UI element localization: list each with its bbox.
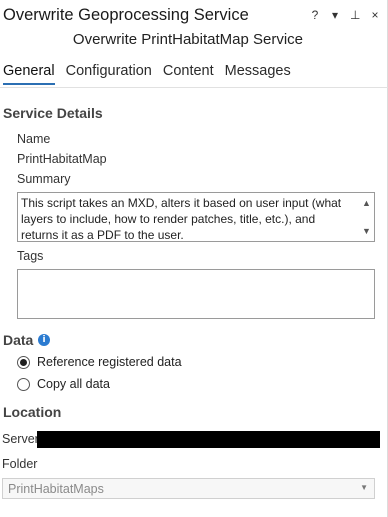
help-icon[interactable]: ? (310, 8, 320, 22)
reference-registered-data-option[interactable]: Reference registered data (17, 355, 182, 369)
options-menu-icon[interactable]: ▾ (330, 8, 340, 22)
tab-bar: General Configuration Content Messages (3, 63, 302, 85)
summary-scrollbar[interactable]: ▲ ▼ (360, 193, 374, 241)
reference-registered-data-label: Reference registered data (37, 355, 182, 369)
pane-title-tools: ? ▾ ⊥ × (310, 8, 380, 22)
tab-messages[interactable]: Messages (225, 63, 291, 85)
summary-label: Summary (17, 172, 71, 186)
pane-subtitle: Overwrite PrintHabitatMap Service (72, 31, 303, 48)
folder-dropdown-value: PrintHabitatMaps (8, 482, 104, 496)
copy-all-data-option[interactable]: Copy all data (17, 377, 110, 391)
info-icon[interactable]: i (38, 334, 50, 346)
pin-icon[interactable]: ⊥ (350, 8, 360, 22)
name-value: PrintHabitatMap (17, 152, 107, 166)
tab-configuration[interactable]: Configuration (66, 63, 152, 85)
radio-unchecked-icon[interactable] (17, 377, 30, 391)
close-icon[interactable]: × (370, 8, 380, 22)
summary-textarea[interactable]: This script takes an MXD, alters it base… (17, 192, 375, 242)
tab-content[interactable]: Content (163, 63, 214, 85)
data-heading: Data (3, 332, 34, 348)
tab-divider (0, 87, 388, 88)
summary-text: This script takes an MXD, alters it base… (21, 196, 342, 242)
folder-dropdown[interactable]: PrintHabitatMaps ▼ (2, 478, 375, 499)
copy-all-data-label: Copy all data (37, 377, 110, 391)
tags-textarea[interactable] (17, 269, 375, 319)
scroll-down-icon[interactable]: ▼ (362, 223, 371, 239)
radio-checked-icon[interactable] (17, 355, 30, 369)
pane-title: Overwrite Geoprocessing Service (3, 6, 249, 24)
service-details-heading: Service Details (3, 105, 103, 121)
pane-title-bar: Overwrite Geoprocessing Service ? ▾ ⊥ × (0, 0, 388, 30)
overwrite-service-pane: Overwrite Geoprocessing Service ? ▾ ⊥ × … (0, 0, 388, 517)
name-label: Name (17, 132, 51, 146)
folder-label: Folder (2, 457, 38, 471)
tab-general[interactable]: General (3, 63, 55, 85)
server-value-redacted (37, 431, 380, 448)
chevron-down-icon[interactable]: ▼ (360, 483, 368, 492)
location-heading: Location (3, 404, 62, 420)
scroll-up-icon[interactable]: ▲ (362, 195, 371, 211)
tags-label: Tags (17, 249, 44, 263)
